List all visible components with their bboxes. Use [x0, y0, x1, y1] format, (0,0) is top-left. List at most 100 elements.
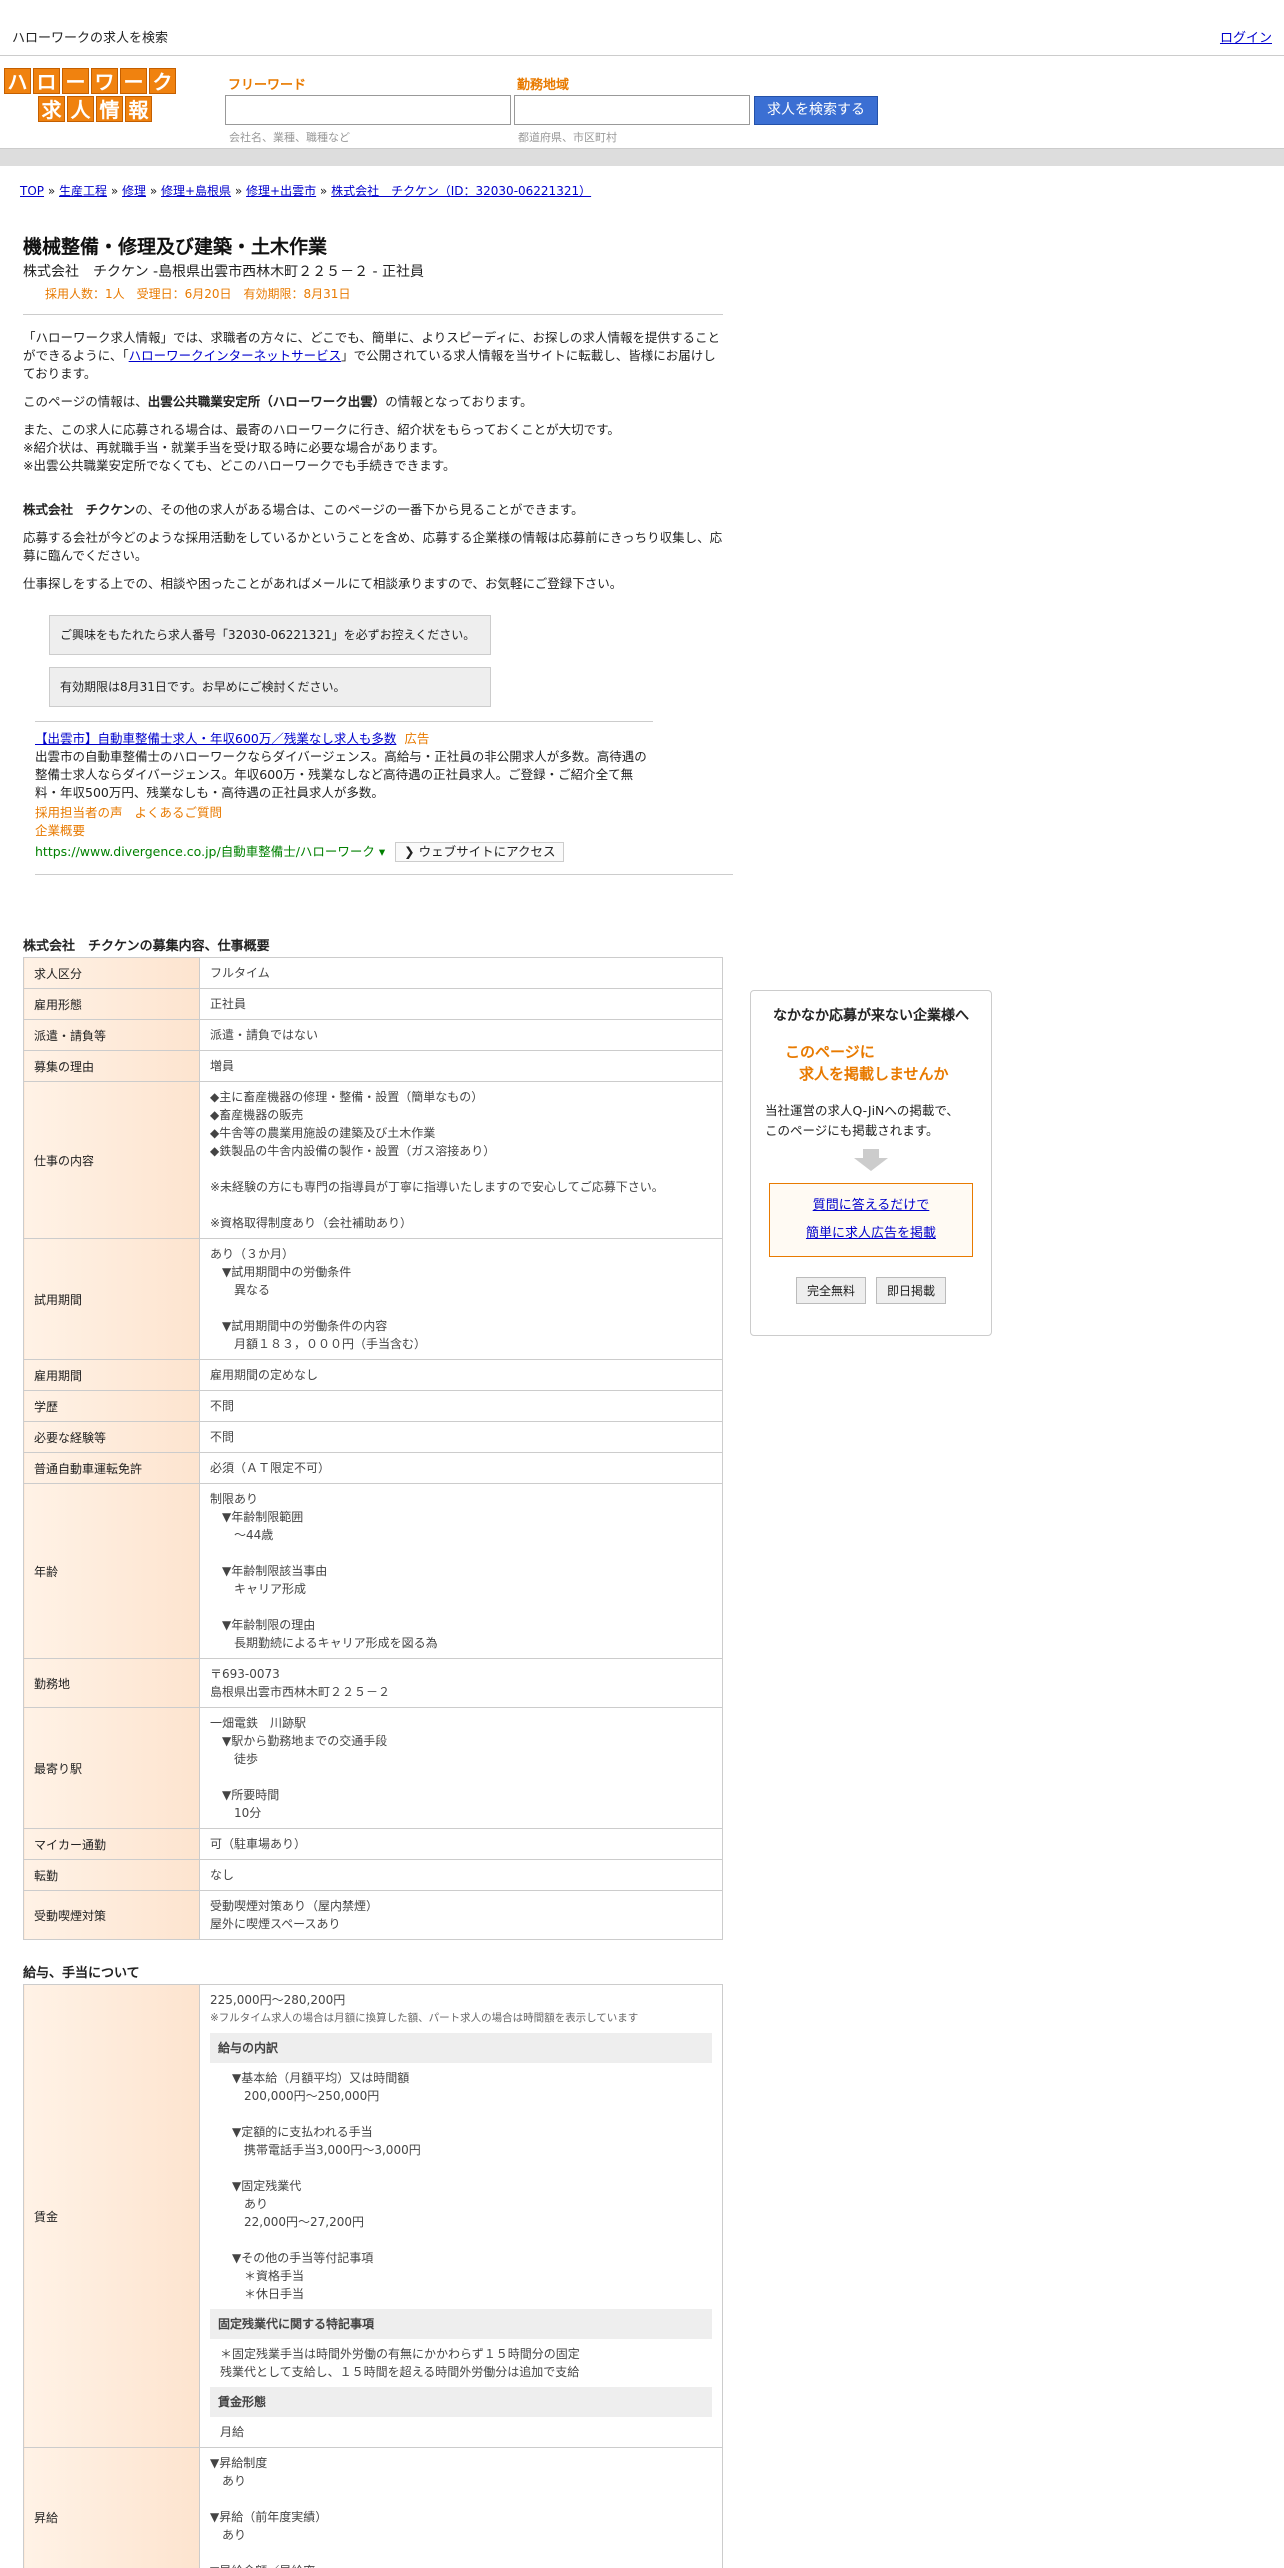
- text-line: 残業代として支給し、１５時間を超える時間外労働分は追加で支給: [220, 2365, 580, 2379]
- row-header: 勤務地: [23, 1658, 200, 1708]
- table-row: 転勤 なし: [23, 1859, 723, 1891]
- text-line: [210, 1196, 712, 1214]
- text-line: ▼昇給制度: [210, 2456, 268, 2470]
- breadcrumb-link[interactable]: 株式会社 チクケン（ID：32030-06221321）: [331, 184, 591, 198]
- row-value: あり（３か月） ▼試用期間中の労働条件 異なる ▼試用期間中の労働条件の内容 月…: [199, 1238, 723, 1360]
- advice-paragraph: 応募する会社が今どのような採用活動をしているかということを含め、応募する企業様の…: [23, 530, 723, 563]
- text-line: あり: [210, 2528, 247, 2542]
- text-line: 島根県出雲市西林木町２２５－２: [210, 1685, 391, 1699]
- table-row: 昇給 ▼昇給制度 あり ▼昇給（前年度実績） あり ▼昇給金額／昇給率: [23, 2447, 723, 2568]
- logo-char: ロ: [33, 68, 60, 94]
- table-row: 最寄り駅 一畑電鉄 川跡駅 ▼駅から勤務地までの交通手段 徒歩 ▼所要時間 10分: [23, 1707, 723, 1829]
- job-overview-table: 求人区分 フルタイム 雇用形態 正社員 派遣・請負等 派遣・請負ではない 募集の理由 増員 仕事…: [23, 957, 723, 1940]
- breadcrumb-link[interactable]: 修理+島根県: [161, 184, 231, 198]
- sponsored-ad: 【出雲市】自動車整備士求人・年収600万／残業なし求人も多数 広告 出雲市の自動…: [35, 730, 655, 862]
- text-line: ＊固定残業手当は時間外労働の有無にかかわらず１５時間分の固定: [220, 2347, 580, 2361]
- text-line: 10分: [210, 1806, 262, 1820]
- table-row: 勤務地 〒693-0073 島根県出雲市西林木町２２５－２: [23, 1658, 723, 1708]
- breadcrumb-link[interactable]: 修理+出雲市: [246, 184, 316, 198]
- row-value: 不問: [199, 1390, 723, 1422]
- row-header: 普通自動車運転免許: [23, 1452, 200, 1484]
- text-line: [210, 1598, 712, 1616]
- divider: [35, 721, 653, 722]
- text-line: ◆主に畜産機器の修理・整備・設置（簡単なもの）: [210, 1090, 484, 1104]
- row-value: 可（駐車場あり）: [199, 1828, 723, 1860]
- intro-paragraph: 「ハローワーク求人情報」では、求職者の方々に、どこでも、簡単に、よりスピーディに…: [23, 330, 721, 381]
- row-header: 派遣・請負等: [23, 1019, 200, 1051]
- arrow-down-icon: [854, 1149, 888, 1171]
- text-line: [210, 1544, 712, 1562]
- text-line: 必須（ＡＴ限定不可）: [210, 1461, 331, 1475]
- free-badge[interactable]: 完全無料: [795, 1277, 866, 1304]
- row-header: 試用期間: [23, 1238, 200, 1360]
- text-line: なし: [210, 1868, 235, 1882]
- breadcrumb-link[interactable]: TOP: [20, 184, 44, 198]
- table-row: 学歴 不問: [23, 1390, 723, 1422]
- text-line: ▼試用期間中の労働条件の内容: [210, 1319, 388, 1333]
- wage-form-value: 月給: [220, 2425, 245, 2439]
- row-header: 転勤: [23, 1859, 200, 1891]
- text-line: 徒歩: [210, 1752, 259, 1766]
- text-line: 異なる: [210, 1283, 271, 1297]
- same-day-badge[interactable]: 即日掲載: [876, 1277, 947, 1304]
- text-line: 不問: [210, 1399, 235, 1413]
- table-row: 仕事の内容 ◆主に畜産機器の修理・整備・設置（簡単なもの） ◆畜産機器の販売 ◆牛舎等…: [23, 1081, 723, 1239]
- search-button[interactable]: 求人を検索する: [754, 96, 878, 125]
- breadcrumb-link[interactable]: 生産工程: [59, 184, 107, 198]
- row-value: 増員: [199, 1050, 723, 1082]
- row-header: 最寄り駅: [23, 1707, 200, 1829]
- text-line: 受動喫煙対策あり（屋内禁煙）: [210, 1899, 379, 1913]
- site-title: ハローワークの求人を検索: [12, 31, 169, 46]
- breadcrumb-separator: »: [316, 184, 332, 198]
- hellowork-internet-link[interactable]: ハローワークインターネットサービス: [129, 348, 342, 363]
- sidebar-link-answer[interactable]: 質問に答えるだけで: [813, 1198, 930, 1213]
- table-row: 派遣・請負等 派遣・請負ではない: [23, 1019, 723, 1051]
- row-header: 雇用形態: [23, 988, 200, 1020]
- free-word-input[interactable]: [225, 95, 511, 125]
- text-line: 携帯電話手当3,000円〜3,000円: [220, 2143, 421, 2157]
- table-row: 年齢 制限あり ▼年齢制限範囲 〜44歳 ▼年齢制限該当事由 キャリア形成 ▼年齢…: [23, 1483, 723, 1659]
- breadcrumb-separator: »: [44, 184, 59, 198]
- ad-url[interactable]: https://www.divergence.co.jp/自動車整備士/ハローワ…: [35, 844, 375, 859]
- row-header: 年齢: [23, 1483, 200, 1659]
- table-row: マイカー通勤 可（駐車場あり）: [23, 1828, 723, 1860]
- row-header: 受動喫煙対策: [23, 1890, 200, 1940]
- text-line: 200,000円〜250,000円: [220, 2089, 380, 2103]
- text-line: 派遣・請負ではない: [210, 1028, 319, 1042]
- row-value: 正社員: [199, 988, 723, 1020]
- row-header: 仕事の内容: [23, 1081, 200, 1239]
- row-value: フルタイム: [199, 957, 723, 989]
- text-line: ▼駅から勤務地までの交通手段: [210, 1734, 388, 1748]
- ad-body: 出雲市の自動車整備士のハローワークならダイバージェンス。高給与・正社員の非公開求…: [35, 749, 647, 800]
- text-line: ◆鉄製品の牛舎内設備の製作・設置（ガス溶接あり）: [210, 1144, 496, 1158]
- text-line: ▼昇給金額／昇給率: [210, 2562, 712, 2568]
- salary-table: 賃金 225,000円〜280,200円 ※フルタイム求人の場合は月額に換算した…: [23, 1984, 723, 2568]
- login-link[interactable]: ログイン: [1220, 27, 1272, 46]
- breadcrumb-link[interactable]: 修理: [122, 184, 146, 198]
- text-line: 一畑電鉄 川跡駅: [210, 1716, 307, 1730]
- table-row: 必要な経験等 不問: [23, 1421, 723, 1453]
- area-input[interactable]: [514, 95, 750, 125]
- other-jobs-paragraph: 株式会社 チクケンの、その他の求人がある場合は、このページの一番下から見ることが…: [23, 502, 584, 517]
- hellowork-logo[interactable]: ハローワーク 求人情報: [4, 68, 180, 124]
- sidebar-link-post[interactable]: 簡単に求人広告を掲載: [806, 1226, 936, 1241]
- fixed-overtime-heading: 固定残業代に関する特記事項: [210, 2309, 712, 2339]
- ad-sitelink-voice[interactable]: 採用担当者の声: [35, 805, 123, 820]
- row-value: 一畑電鉄 川跡駅 ▼駅から勤務地までの交通手段 徒歩 ▼所要時間 10分: [199, 1707, 723, 1829]
- text-line: 屋外に喫煙スペースあり: [210, 1917, 341, 1931]
- referral-paragraph: また、この求人に応募される場合は、最寄のハローワークに行き、紹介状をもらっておく…: [23, 422, 620, 473]
- sidebar-description: 当社運営の求人Q-JiNへの掲載で、 このページにも掲載されます。: [765, 1103, 959, 1138]
- ad-sitelink-company[interactable]: 企業概要: [35, 823, 85, 838]
- text-line: あり: [220, 2197, 269, 2211]
- area-hint: 都道府県、市区町村: [518, 131, 617, 144]
- logo-char: 報: [125, 96, 152, 122]
- text-line: [220, 2231, 712, 2249]
- sidebar-links-box: 質問に答えるだけで 簡単に求人広告を掲載: [769, 1183, 973, 1257]
- text-line: あり（３か月）: [210, 1247, 295, 1261]
- ad-title-link[interactable]: 【出雲市】自動車整備士求人・年収600万／残業なし求人も多数: [35, 731, 396, 746]
- salary-breakdown: ▼基本給（月額平均）又は時間額 200,000円〜250,000円 ▼定額的に支…: [210, 2069, 712, 2303]
- ad-access-button[interactable]: ❯ ウェブサイトにアクセス: [395, 842, 565, 862]
- main-content: 機械整備・修理及び建築・土木作業 株式会社 チクケン -島根県出雲市西林木町２２…: [23, 232, 733, 2568]
- text-line: ※資格取得制度あり（会社補助あり）: [210, 1216, 413, 1230]
- ad-sitelink-faq[interactable]: よくあるご質問: [135, 805, 223, 820]
